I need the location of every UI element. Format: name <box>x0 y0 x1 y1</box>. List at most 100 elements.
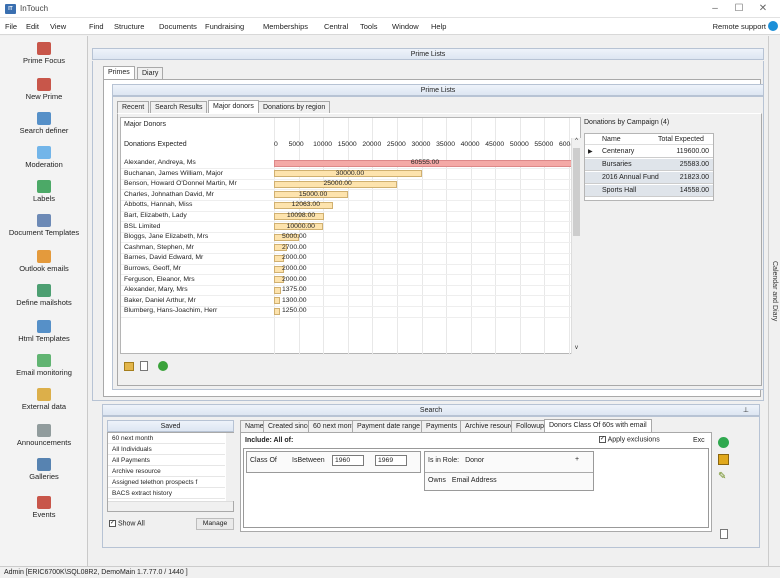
chart-scrollbar[interactable]: ^ v <box>571 138 581 354</box>
donor-label[interactable]: Baker, Daniel Arthur, Mr <box>124 297 196 304</box>
saved-search-item[interactable]: Archive resource <box>108 466 225 477</box>
sidebar-item-outlook-emails[interactable]: Outlook emails <box>0 250 88 273</box>
donor-label[interactable]: Blumberg, Hans-Joachim, Herr <box>124 307 217 314</box>
calendar-diary-strip[interactable]: Calendar and Diary <box>768 36 780 566</box>
prime-focus-icon <box>37 42 51 55</box>
sidebar-item-new-prime[interactable]: New Prime <box>0 78 88 101</box>
close-button[interactable]: ✕ <box>752 2 774 16</box>
menu-tools[interactable]: Tools <box>360 22 378 31</box>
menu-memberships[interactable]: Memberships <box>263 22 308 31</box>
saved-search-item[interactable]: 60 next month <box>108 433 225 444</box>
donor-label[interactable]: Bart, Elizabeth, Lady <box>124 212 187 219</box>
saved-search-item[interactable]: Assigned telethon prospects f <box>108 477 225 488</box>
sidebar-item-search-definer[interactable]: Search definer <box>0 112 88 135</box>
donor-label[interactable]: Benson, Howard O'Donnel Martin, Mr <box>124 180 237 187</box>
donor-label[interactable]: Charles, Johnathan David, Mr <box>124 191 214 198</box>
sidebar-item-prime-focus[interactable]: Prime Focus <box>0 42 88 65</box>
sidebar-item-announcements[interactable]: Announcements <box>0 424 88 447</box>
new-search-icon[interactable] <box>720 529 728 539</box>
campaign-row[interactable]: Sports Hall 14558.00 <box>585 185 713 197</box>
sidebar-item-events[interactable]: Events <box>0 496 88 519</box>
search-tab-payments[interactable]: Payments <box>421 420 463 432</box>
refresh-icon[interactable] <box>158 361 168 371</box>
campaign-row[interactable]: 2016 Annual Fund 21823.00 <box>585 172 713 184</box>
remote-support-link[interactable]: Remote support <box>713 22 766 31</box>
menu-documents[interactable]: Documents <box>159 22 197 31</box>
sidebar-item-moderation[interactable]: Moderation <box>0 146 88 169</box>
menu-edit[interactable]: Edit <box>26 22 39 31</box>
tab-search-results[interactable]: Search Results <box>150 101 208 113</box>
donor-label[interactable]: Abbotts, Hannah, Miss <box>124 201 192 208</box>
remote-support-icon[interactable] <box>768 21 778 31</box>
tab-donations-by-region[interactable]: Donations by region <box>258 101 331 113</box>
sidebar-item-labels[interactable]: Labels <box>0 180 88 203</box>
saved-search-item[interactable]: BACS extract history <box>108 488 225 499</box>
donation-bar[interactable] <box>274 297 281 305</box>
col-name-header[interactable]: Name <box>602 136 621 143</box>
donor-label[interactable]: Burrows, Geoff, Mr <box>124 265 181 272</box>
menu-fundraising[interactable]: Fundraising <box>205 22 244 31</box>
show-all-toggle[interactable]: Show All <box>109 519 145 527</box>
folder-icon[interactable] <box>124 362 134 371</box>
saved-search-item[interactable]: All Payments <box>108 455 225 466</box>
donor-label[interactable]: Barnes, David Edward, Mr <box>124 254 203 261</box>
menu-structure[interactable]: Structure <box>114 22 144 31</box>
show-all-checkbox[interactable] <box>109 519 116 527</box>
col-total-header[interactable]: Total Expected <box>658 136 704 143</box>
sidebar-item-email-monitoring[interactable]: Email monitoring <box>0 354 88 377</box>
donor-label[interactable]: Ferguson, Eleanor, Mrs <box>124 276 195 283</box>
to-year-input[interactable]: 1969 <box>375 455 407 466</box>
minimize-button[interactable]: – <box>704 2 726 16</box>
menu-find[interactable]: Find <box>89 22 104 31</box>
tab-major-donors[interactable]: Major donors <box>208 100 259 113</box>
menu-central[interactable]: Central <box>324 22 348 31</box>
sidebar-item-galleries[interactable]: Galleries <box>0 458 88 481</box>
donor-label[interactable]: Cashman, Stephen, Mr <box>124 244 194 251</box>
saved-scrollbar[interactable] <box>226 433 234 501</box>
new-document-icon[interactable] <box>140 361 148 371</box>
campaign-row[interactable]: Bursaries 25583.00 <box>585 159 713 171</box>
donor-label[interactable]: Alexander, Mary, Mrs <box>124 286 188 293</box>
add-role-icon[interactable]: + <box>575 456 579 463</box>
sidebar-item-define-mailshots[interactable]: Define mailshots <box>0 284 88 307</box>
campaign-total: 25583.00 <box>679 161 709 168</box>
pin-icon[interactable]: ⊥ <box>743 405 749 416</box>
sidebar-item-document-templates[interactable]: Document Templates <box>0 214 88 237</box>
scroll-down-icon[interactable]: v <box>572 345 581 354</box>
scroll-thumb[interactable] <box>573 148 580 236</box>
menu-view[interactable]: View <box>50 22 66 31</box>
apply-exclusions-checkbox[interactable] <box>599 435 606 443</box>
donor-label[interactable]: BSL Limited <box>124 223 160 230</box>
owns-criterion[interactable]: Owns Email Address <box>428 477 497 484</box>
maximize-button[interactable]: ☐ <box>728 2 750 16</box>
donation-bar[interactable] <box>274 286 281 294</box>
menu-file[interactable]: File <box>5 22 17 31</box>
donor-label[interactable]: Bloggs, Jane Elizabeth, Mrs <box>124 233 208 240</box>
search-tab-payment-date-range[interactable]: Payment date range <box>352 420 426 432</box>
edit-search-icon[interactable]: ✎ <box>718 471 729 482</box>
search-tab-donors-class-of-60s-with-email[interactable]: Donors Class Of 60s with email <box>544 419 652 432</box>
scroll-up-icon[interactable]: ^ <box>572 138 581 147</box>
apply-exclusions-toggle[interactable]: Apply exclusions <box>599 435 660 443</box>
tab-primes[interactable]: Primes <box>103 66 135 79</box>
manage-button[interactable]: Manage <box>196 518 234 530</box>
run-search-icon[interactable] <box>718 437 729 448</box>
tab-diary[interactable]: Diary <box>137 67 164 79</box>
save-search-icon[interactable] <box>718 454 729 465</box>
campaign-row[interactable]: ▶ Centenary 119600.00 <box>585 146 713 158</box>
menu-help[interactable]: Help <box>431 22 446 31</box>
role-criterion[interactable]: Is in Role: Donor <box>428 457 484 464</box>
sidebar-item-html-templates[interactable]: Html Templates <box>0 320 88 343</box>
donation-bar[interactable] <box>274 307 281 315</box>
sidebar-item-label: Document Templates <box>8 228 80 237</box>
email-monitoring-icon <box>37 354 51 367</box>
saved-search-item[interactable]: All Individuals <box>108 444 225 455</box>
donor-label[interactable]: Alexander, Andreya, Ms <box>124 159 196 166</box>
class-of-criterion[interactable]: Class Of IsBetween 1960 1969 <box>246 451 421 473</box>
tab-recent[interactable]: Recent <box>117 101 150 113</box>
sidebar-item-external-data[interactable]: External data <box>0 388 88 411</box>
saved-hscrollbar[interactable] <box>108 501 233 511</box>
from-year-input[interactable]: 1960 <box>332 455 364 466</box>
menu-window[interactable]: Window <box>392 22 419 31</box>
donor-label[interactable]: Buchanan, James William, Major <box>124 170 223 177</box>
